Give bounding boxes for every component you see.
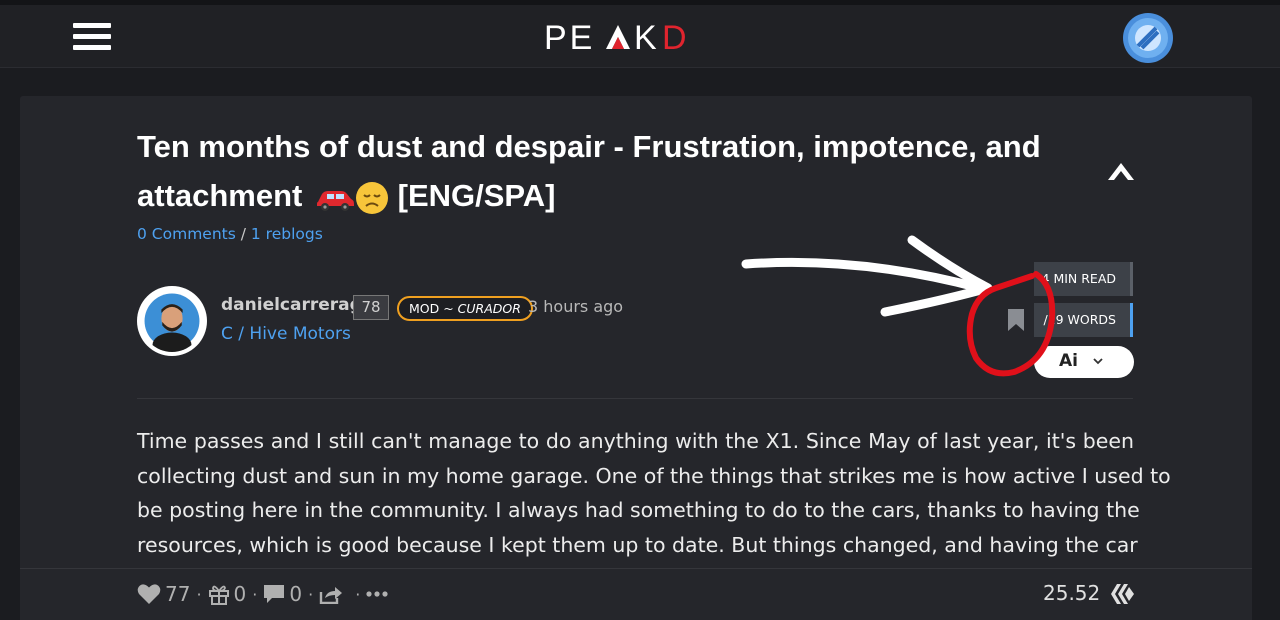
- comment-button[interactable]: 0: [263, 582, 302, 606]
- collapse-chevron-up-icon[interactable]: [1105, 158, 1137, 186]
- role-title: CURADOR: [457, 301, 521, 316]
- post-title: Ten months of dust and despair - Frustra…: [137, 122, 1077, 220]
- svg-text:K: K: [634, 19, 660, 57]
- heart-icon: [137, 584, 161, 604]
- post-body: Time passes and I still can't manage to …: [137, 424, 1171, 562]
- ai-summary-button[interactable]: Ai: [1034, 346, 1134, 378]
- content-divider: [137, 398, 1133, 399]
- top-navigation-bar: PE K D: [0, 0, 1280, 68]
- author-avatar[interactable]: [137, 286, 207, 356]
- ai-button-label: Ai: [1059, 351, 1078, 371]
- svg-text:D: D: [662, 19, 687, 57]
- author-name[interactable]: danielcarrerag: [221, 295, 362, 315]
- peakd-logo[interactable]: PE K D: [540, 16, 700, 60]
- comment-count: 0: [289, 582, 303, 606]
- body-line: collecting dust and sun in my home garag…: [137, 463, 1171, 488]
- post-title-line1: Ten months of dust and despair - Frustra…: [137, 129, 1041, 164]
- post-meta-links: 0 Comments / 1 reblogs: [137, 225, 323, 243]
- meta-separator: /: [235, 225, 251, 243]
- user-avatar[interactable]: [1122, 12, 1174, 64]
- more-dots-icon: [366, 591, 388, 597]
- red-car-emoji: [317, 190, 354, 211]
- tip-button[interactable]: 0: [208, 582, 247, 606]
- post-actions: 77 · 0 · 0 · ·: [137, 581, 388, 607]
- read-time-badge: 4 MIN READ: [1034, 262, 1133, 296]
- upvote-button[interactable]: 77: [137, 582, 190, 606]
- role-prefix: MOD ~: [409, 301, 458, 316]
- gift-count: 0: [233, 582, 247, 606]
- hamburger-menu-icon[interactable]: [73, 23, 111, 51]
- disappointed-face-emoji: [356, 181, 388, 214]
- vote-count: 77: [165, 582, 191, 606]
- comment-icon: [264, 585, 285, 603]
- word-count-badge: /19 WORDS: [1034, 303, 1133, 337]
- reputation-badge: 78: [353, 295, 389, 320]
- post-timestamp: 3 hours ago: [528, 297, 624, 316]
- community-link[interactable]: C / Hive Motors: [221, 324, 351, 344]
- gift-icon: [208, 585, 229, 605]
- svg-text:PE: PE: [544, 19, 595, 57]
- more-options-button[interactable]: [366, 590, 388, 598]
- body-line: Time passes and I still can't manage to …: [137, 429, 1134, 453]
- share-icon: [320, 587, 343, 604]
- reblogs-link[interactable]: 1 reblogs: [251, 225, 323, 243]
- post-title-line2: attachment: [137, 178, 303, 213]
- share-button[interactable]: [319, 584, 343, 604]
- bookmark-icon[interactable]: [1007, 308, 1025, 332]
- body-line: be posting here in the community. I alwa…: [137, 498, 1140, 522]
- comments-link[interactable]: 0 Comments: [137, 225, 236, 243]
- role-badge: MOD ~ CURADOR: [397, 296, 533, 321]
- chevron-down-icon: [1093, 358, 1103, 365]
- post-title-suffix: [ENG/SPA]: [397, 178, 556, 213]
- body-line: resources, which is good because I kept …: [137, 532, 1138, 557]
- hive-logo-icon: [1111, 584, 1134, 604]
- payout-value[interactable]: 25.52: [1043, 581, 1100, 605]
